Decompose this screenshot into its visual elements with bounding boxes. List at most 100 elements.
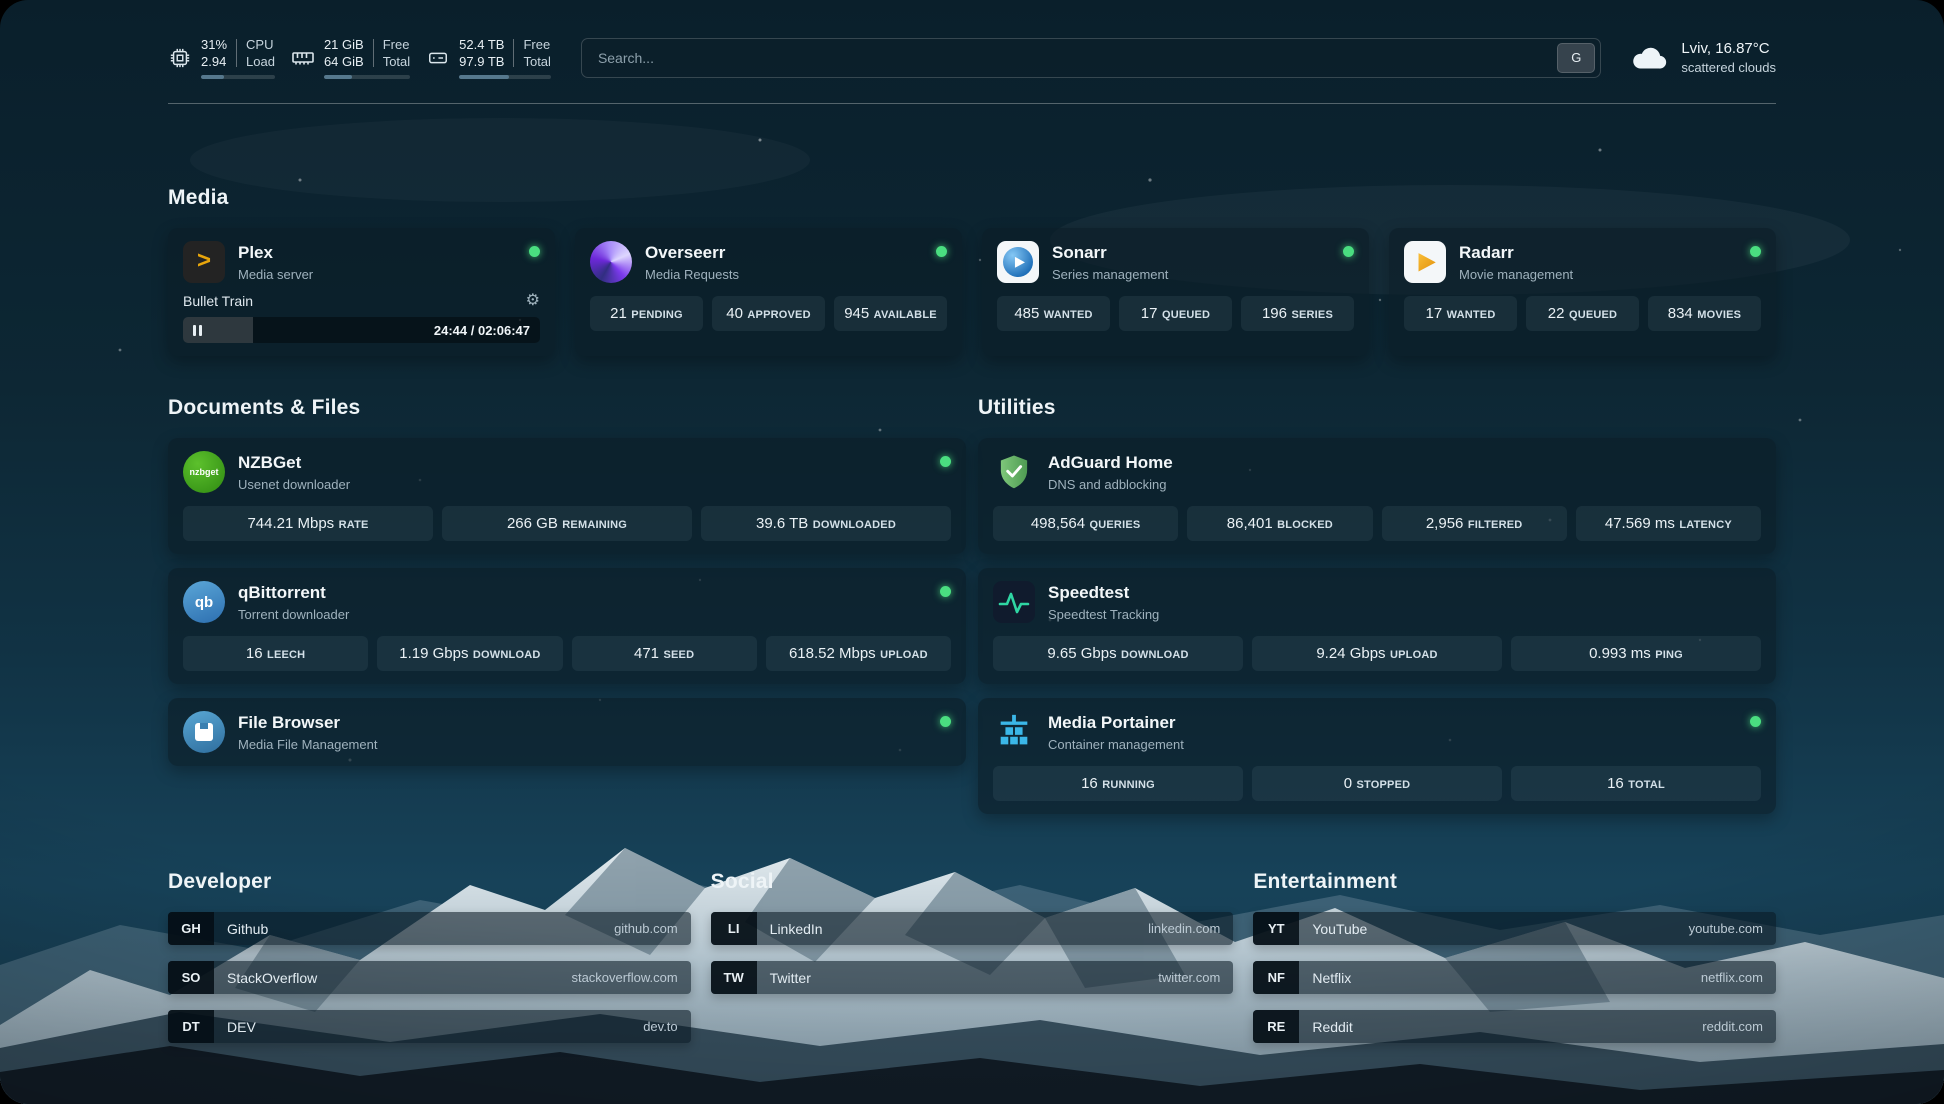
app-name: Overseerr (645, 243, 739, 263)
app-subtitle: Series management (1052, 267, 1168, 282)
bookmark-name: Netflix (1312, 970, 1351, 986)
top-bar: 31% 2.94 CPU Load (168, 0, 1776, 79)
status-dot (1343, 246, 1354, 257)
app-card-filebrowser[interactable]: File Browser Media File Management (168, 698, 966, 766)
app-card-portainer[interactable]: Media Portainer Container management 16 … (978, 698, 1776, 814)
status-dot (529, 246, 540, 257)
stat-tile: 485 WANTED (997, 296, 1110, 331)
disk-total: 97.9 TB (459, 53, 504, 70)
stat-tile: 618.52 Mbps UPLOAD (766, 636, 951, 671)
stat-label: UPLOAD (1390, 649, 1438, 661)
bookmarks-entertainment: Entertainment YT YouTube youtube.com NF … (1253, 870, 1776, 1043)
playback-progress-bar[interactable]: 24:44 / 02:06:47 (183, 317, 540, 343)
app-card-nzbget[interactable]: nzbget NZBGet Usenet downloader 744.21 M… (168, 438, 966, 554)
app-subtitle: DNS and adblocking (1048, 477, 1173, 492)
bookmark-abbr: TW (711, 961, 757, 994)
column-utilities: Utilities (978, 396, 1776, 814)
bookmark-netflix[interactable]: NF Netflix netflix.com (1253, 961, 1776, 994)
app-name: Sonarr (1052, 243, 1168, 263)
bookmark-linkedin[interactable]: LI LinkedIn linkedin.com (711, 912, 1234, 945)
stat-label: REMAINING (562, 519, 627, 531)
stat-tile: 17 WANTED (1404, 296, 1517, 331)
stat-tile: 16 TOTAL (1511, 766, 1761, 801)
search-input[interactable] (596, 49, 1557, 67)
bookmark-youtube[interactable]: YT YouTube youtube.com (1253, 912, 1776, 945)
stat-label: DOWNLOADED (813, 519, 896, 531)
radarr-icon (1404, 241, 1446, 283)
app-card-plex[interactable]: > Plex Media server Bullet Train ⚙ (168, 228, 555, 356)
overseerr-icon (590, 241, 632, 283)
cpu-progress-bar (201, 75, 275, 79)
stat-tile: 39.6 TB DOWNLOADED (701, 506, 951, 541)
bookmark-dev[interactable]: DT DEV dev.to (168, 1010, 691, 1043)
stat-tile: 266 GB REMAINING (442, 506, 692, 541)
search-engine-button[interactable]: G (1557, 43, 1595, 73)
cpu-percent: 31% (201, 36, 227, 53)
stat-tile: 2,956 FILTERED (1382, 506, 1567, 541)
stat-value: 22 (1548, 305, 1565, 322)
now-playing-title: Bullet Train (183, 293, 253, 309)
disk-icon (426, 46, 450, 70)
gear-icon[interactable]: ⚙ (526, 293, 540, 309)
status-dot (1750, 246, 1761, 257)
bookmarks-social: Social LI LinkedIn linkedin.com TW Twitt… (711, 870, 1234, 1043)
cpu-labels: CPU Load (246, 36, 275, 70)
bookmark-stackoverflow[interactable]: SO StackOverflow stackoverflow.com (168, 961, 691, 994)
stat-tile: 196 SERIES (1241, 296, 1354, 331)
search-bar[interactable]: G (581, 38, 1601, 78)
cpu-icon (168, 46, 192, 70)
stat-tile: 744.21 Mbps RATE (183, 506, 433, 541)
bookmark-name: YouTube (1312, 921, 1367, 937)
stat-value: 17 (1141, 305, 1158, 322)
cpu-load: 2.94 (201, 53, 227, 70)
disk-labels: Free Total (523, 36, 550, 70)
pause-icon[interactable] (193, 325, 202, 336)
app-card-radarr[interactable]: Radarr Movie management 17 WANTED 22 QUE… (1389, 228, 1776, 356)
bookmark-abbr: DT (168, 1010, 214, 1043)
status-dot (940, 456, 951, 467)
app-subtitle: Media File Management (238, 737, 377, 752)
stat-label: STOPPED (1357, 779, 1411, 791)
weather-condition: scattered clouds (1681, 60, 1776, 75)
stat-label: SEED (663, 649, 694, 661)
bookmark-url: twitter.com (1158, 970, 1220, 985)
bookmark-name: LinkedIn (770, 921, 823, 937)
ram-free: 21 GiB (324, 36, 364, 53)
stat-tile: 16 LEECH (183, 636, 368, 671)
stat-value: 471 (634, 645, 659, 662)
playback-time: 24:44 / 02:06:47 (434, 323, 530, 338)
disk-values: 52.4 TB 97.9 TB (459, 36, 504, 70)
bookmark-url: reddit.com (1702, 1019, 1763, 1034)
bookmark-github[interactable]: GH Github github.com (168, 912, 691, 945)
stat-tile: 1.19 Gbps DOWNLOAD (377, 636, 562, 671)
bookmark-abbr: YT (1253, 912, 1299, 945)
stat-value: 86,401 (1227, 515, 1273, 532)
status-dot (936, 246, 947, 257)
stat-value: 266 GB (507, 515, 558, 532)
stat-value: 16 (1081, 775, 1098, 792)
divider (373, 39, 374, 67)
app-card-adguard[interactable]: AdGuard Home DNS and adblocking 498,564 … (978, 438, 1776, 554)
app-card-sonarr[interactable]: Sonarr Series management 485 WANTED 17 Q… (982, 228, 1369, 356)
section-title-entertainment: Entertainment (1253, 870, 1776, 894)
stat-tile: 22 QUEUED (1526, 296, 1639, 331)
filebrowser-icon (183, 711, 225, 753)
app-card-overseerr[interactable]: Overseerr Media Requests 21 PENDING 40 A… (575, 228, 962, 356)
ram-total: 64 GiB (324, 53, 364, 70)
stat-tile: 498,564 QUERIES (993, 506, 1178, 541)
stat-value: 39.6 TB (756, 515, 808, 532)
stat-tile: 0 STOPPED (1252, 766, 1502, 801)
bookmark-reddit[interactable]: RE Reddit reddit.com (1253, 1010, 1776, 1043)
stat-value: 16 (1607, 775, 1624, 792)
stat-value: 1.19 Gbps (399, 645, 468, 662)
stat-value: 0 (1344, 775, 1352, 792)
stat-label: QUEUED (1162, 309, 1210, 321)
stat-tile: 945 AVAILABLE (834, 296, 947, 331)
stat-label: DOWNLOAD (1121, 649, 1189, 661)
stat-value: 9.24 Gbps (1316, 645, 1385, 662)
app-card-qbittorrent[interactable]: qb qBittorrent Torrent downloader 16 LEE… (168, 568, 966, 684)
bookmark-twitter[interactable]: TW Twitter twitter.com (711, 961, 1234, 994)
adguard-icon (993, 451, 1035, 493)
bookmark-url: github.com (614, 921, 678, 936)
app-card-speedtest[interactable]: Speedtest Speedtest Tracking 9.65 Gbps D… (978, 568, 1776, 684)
